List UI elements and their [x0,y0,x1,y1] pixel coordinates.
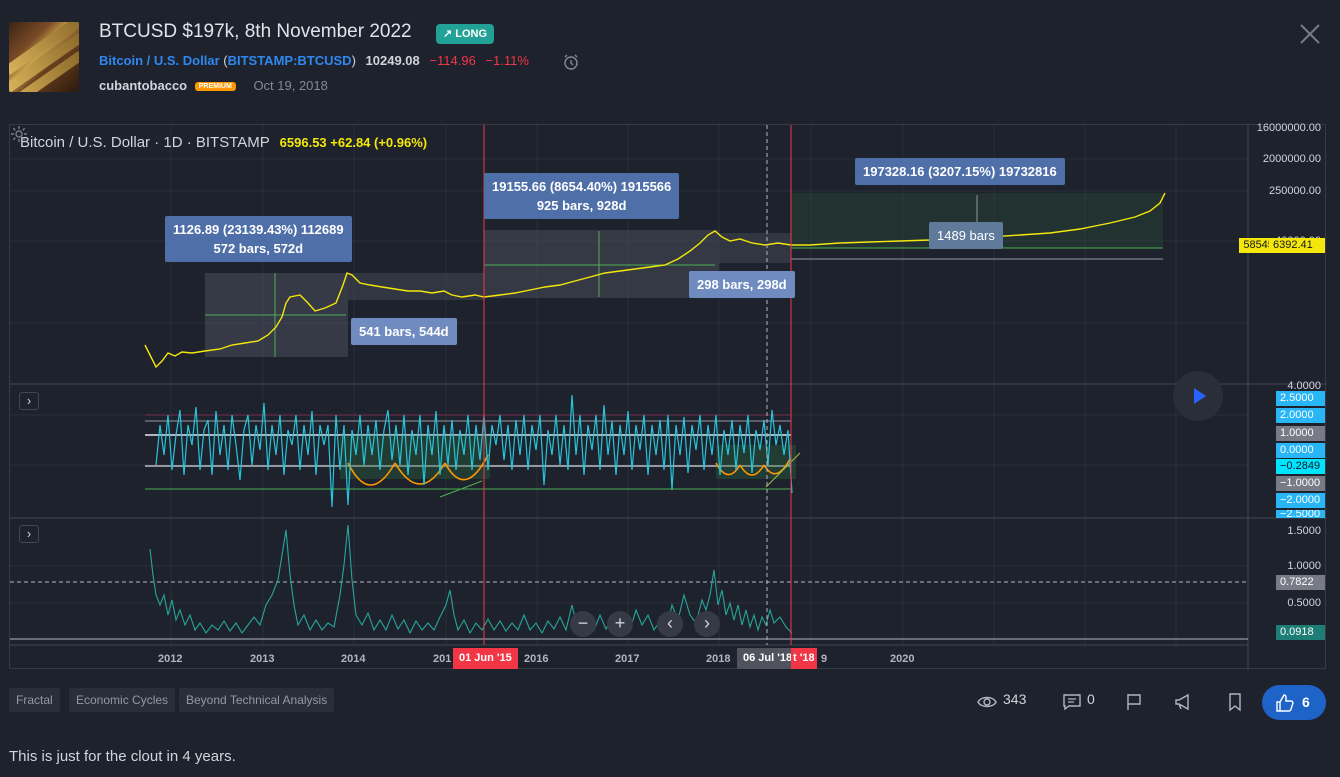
views-count: 343 [1003,691,1027,707]
gear-icon[interactable] [10,125,28,143]
pane-collapse-button[interactable]: › [19,525,39,543]
scroll-left-button[interactable]: ‹ [657,611,683,637]
time-badge-crosshair: 06 Jul '18 [737,648,799,669]
long-badge: ↗ LONG [436,24,495,44]
time-axis-tick: 2014 [341,653,366,665]
tag-economic-cycles[interactable]: Economic Cycles [69,688,176,712]
price-axis-label: 2000000.00 [1262,153,1321,165]
tag-beyond-technical-analysis[interactable]: Beyond Technical Analysis [179,688,335,712]
legend-symbol: Bitcoin / U.S. Dollar · 1D · BITSTAMP [20,134,270,151]
time-axis-tick: 9 [821,653,828,665]
likes-count: 6 [1302,694,1310,710]
osc-axis-label: 0.0000 [1276,443,1325,458]
annotation-box-2[interactable]: 541 bars, 544d [351,318,457,345]
symbol-price: 10249.08 [365,53,420,68]
time-axis-tick: 2016 [524,653,549,665]
osc-axis-label: −0.2849 [1276,459,1325,474]
play-icon [1194,388,1206,404]
alarm-clock-icon[interactable] [562,53,580,71]
author-name[interactable]: cubantobacco [99,78,187,93]
zoom-out-button[interactable]: − [570,611,596,637]
close-icon[interactable] [1298,22,1322,46]
time-axis-tick: 2012 [158,653,183,665]
annotation-box-5[interactable]: 197328.16 (3207.15%) 19732816 [855,158,1065,185]
range-box-3 [484,230,719,298]
time-axis-tick: 2020 [890,653,915,665]
zoom-in-button[interactable]: + [607,611,633,637]
annotation-1-line2: 572 bars, 572d [213,241,304,256]
time-axis-tick: 2017 [615,653,640,665]
comments-count: 0 [1087,691,1095,707]
price-badge-value: 6392.41 [1269,238,1325,253]
symbol-code-link[interactable]: BITSTAMP:BTCUSD [228,53,352,68]
annotation-1-line1: 1126.89 (23139.43%) 112689 [173,222,344,237]
thumbs-up-icon [1276,694,1294,712]
annotation-box-3[interactable]: 19155.66 (8654.40%) 1915566 925 bars, 92… [484,173,680,219]
symbol-name-link[interactable]: Bitcoin / U.S. Dollar [99,53,220,68]
price-axis-label: 16000000.00 [1256,122,1321,134]
bookmark-icon[interactable] [1225,692,1245,712]
flag-icon[interactable] [1124,692,1144,712]
like-button[interactable]: 6 [1262,685,1326,720]
symbol-row: Bitcoin / U.S. Dollar (BITSTAMP:BTCUSD) … [99,53,529,68]
annotation-box-1[interactable]: 1126.89 (23139.43%) 112689 572 bars, 572… [165,216,352,262]
range-box-4 [719,233,791,263]
osc-axis-label: 2.5000 [1276,391,1325,406]
time-axis-tick: 201 [433,653,452,665]
pane-collapse-button[interactable]: › [19,392,39,410]
chart-legend: Bitcoin / U.S. Dollar · 1D · BITSTAMP 65… [20,134,427,151]
range-box-2 [348,273,484,300]
osc-axis-label: 2.0000 [1276,408,1325,423]
author-row: cubantobacco PREMIUM Oct 19, 2018 [99,78,328,93]
symbol-change: −114.96 [429,53,476,68]
vol-axis-label: 0.5000 [1287,597,1321,609]
oscillator-line [155,394,793,508]
vol-axis-label: 0.0918 [1276,625,1325,640]
annotation-box-6[interactable]: 1489 bars [929,222,1003,249]
time-badge-2018: t '18 [791,648,817,669]
megaphone-icon[interactable] [1173,692,1193,712]
comment-icon[interactable] [1062,692,1082,712]
eye-icon [977,696,997,708]
play-button[interactable] [1173,371,1223,421]
annotation-3-line2: 925 bars, 928d [536,198,627,213]
osc-axis-label: 4.0000 [1287,380,1321,392]
osc-axis-label: 1.0000 [1276,426,1325,441]
price-axis-label: 250000.00 [1269,185,1321,197]
long-label: LONG [455,28,488,40]
symbol-change-pct: −1.11% [485,53,529,68]
tag-fractal[interactable]: Fractal [9,688,60,712]
vol-axis-label: 1.0000 [1287,560,1321,572]
legend-values: 6596.53 +62.84 (+0.96%) [279,135,428,150]
publish-date: Oct 19, 2018 [253,78,328,93]
idea-description: This is just for the clout in 4 years. [9,748,236,765]
time-axis-tick: 2013 [250,653,275,665]
time-axis-tick: 2018 [706,653,731,665]
premium-badge: PREMIUM [194,82,236,91]
annotation-box-4[interactable]: 298 bars, 298d [689,271,795,298]
osc-axis-label: −1.0000 [1276,476,1325,491]
scroll-right-button[interactable]: › [694,611,720,637]
osc-axis-label: −2.0000 [1276,493,1325,508]
osc-axis-label: −2.5000 [1276,510,1325,518]
vol-axis-label: 0.7822 [1276,575,1325,590]
author-avatar[interactable] [9,22,79,92]
chart-widget[interactable]: Bitcoin / U.S. Dollar · 1D · BITSTAMP 65… [9,122,1327,670]
annotation-3-line1: 19155.66 (8654.40%) 1915566 [492,179,672,194]
vol-axis-label: 1.5000 [1287,525,1321,537]
idea-title: BTCUSD $197k, 8th November 2022 [99,21,412,42]
time-badge-jun-2015: 01 Jun '15 [453,648,518,669]
